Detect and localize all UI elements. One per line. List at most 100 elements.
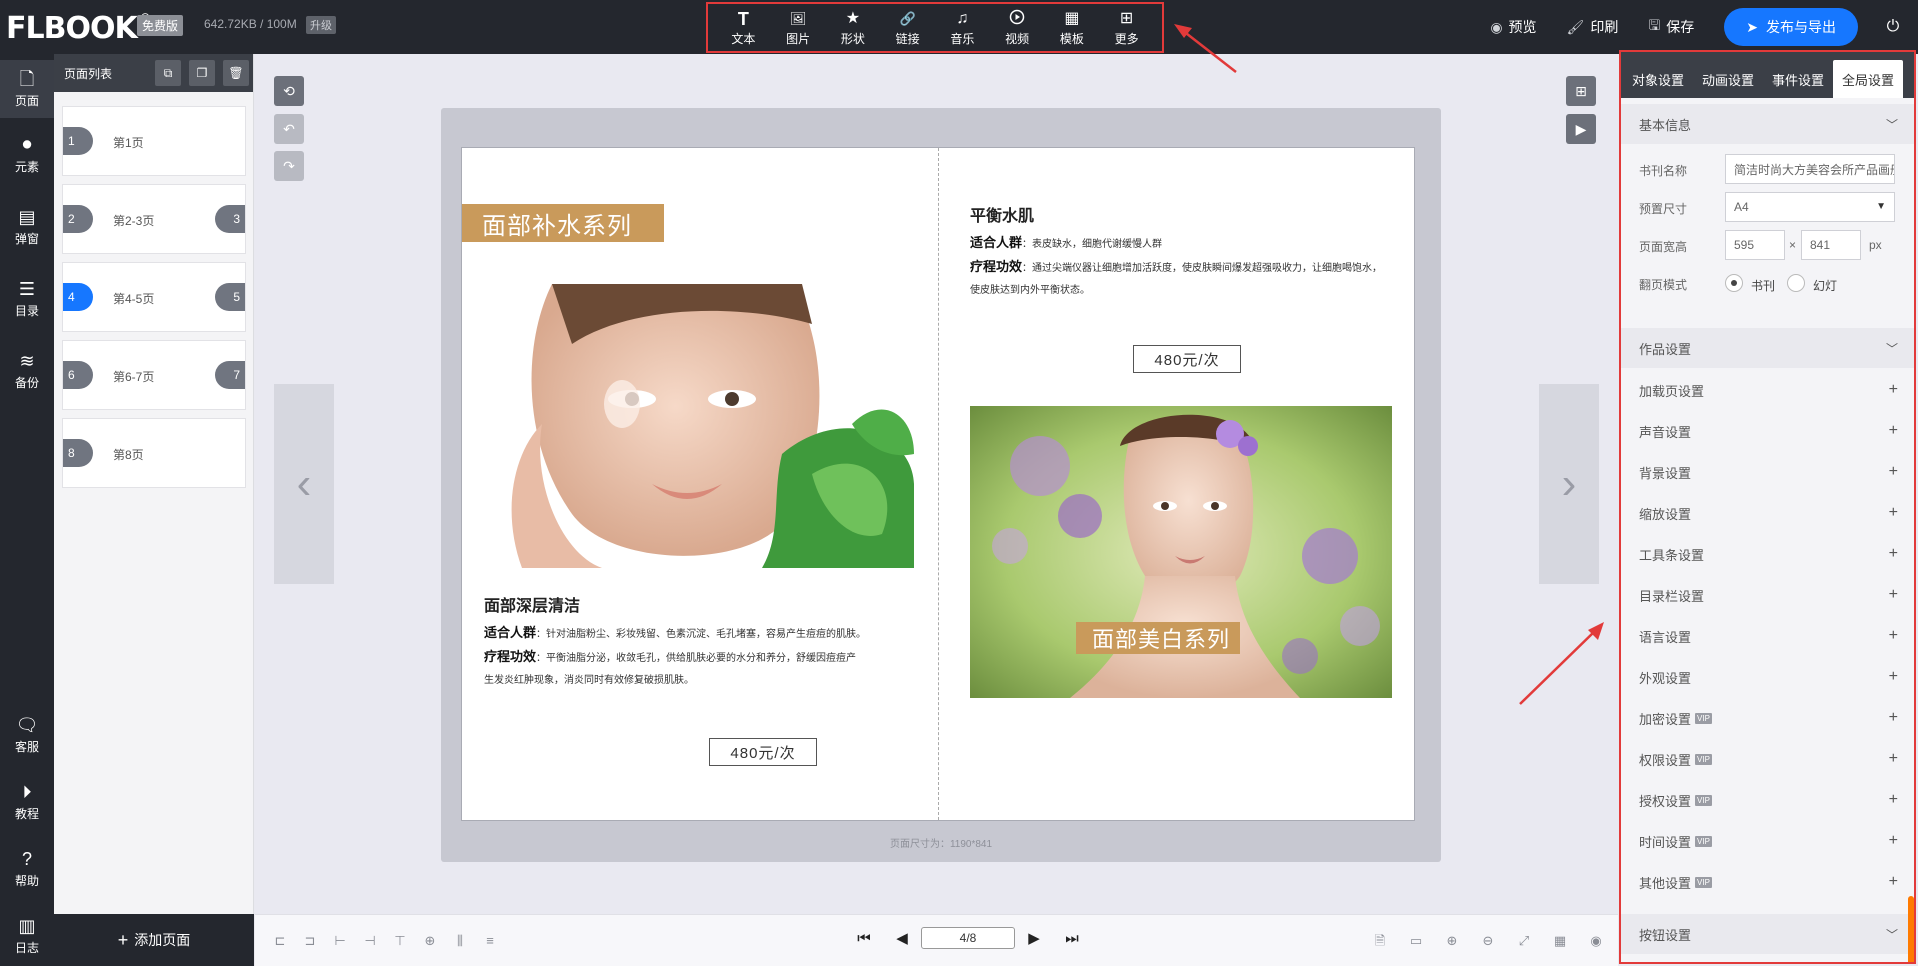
distribute-horizontal-icon[interactable]: ⫼	[451, 932, 469, 950]
nav-backup[interactable]: ≋ 备份	[0, 350, 54, 391]
page-width-input[interactable]: 595	[1725, 230, 1785, 260]
right-section-title[interactable]: 平衡水肌	[970, 202, 1034, 226]
redo-button[interactable]: ↷	[274, 151, 304, 181]
next-page-arrow[interactable]: ›	[1539, 384, 1599, 584]
settings-row-label: 工具条设置	[1639, 548, 1705, 563]
history-button[interactable]: ⟲	[274, 76, 304, 106]
zoom-out-icon[interactable]: ⊖	[1479, 932, 1497, 950]
upgrade-link[interactable]: 升级	[306, 16, 336, 34]
settings-row[interactable]: 加载页设置 +	[1621, 370, 1914, 411]
nav-help[interactable]: ? 帮助	[0, 848, 54, 889]
page-thumb-8[interactable]: 8 第8页	[62, 418, 246, 488]
flip-mode-book-radio[interactable]	[1725, 274, 1743, 292]
align-left-edge-icon[interactable]: ⊢	[331, 932, 349, 950]
settings-row[interactable]: 外观设置 +	[1621, 657, 1914, 698]
color-palette-icon[interactable]: ◉	[1587, 932, 1605, 950]
flip-mode-slide-radio[interactable]	[1787, 274, 1805, 292]
prev-page-icon[interactable]: ◀	[891, 929, 913, 947]
power-icon[interactable]: ⏻	[1878, 18, 1908, 36]
app-logo[interactable]: FLBOOK®	[6, 11, 151, 46]
page-thumb-1[interactable]: 1 第1页	[62, 106, 246, 176]
tool-music[interactable]: ♫ 音乐	[938, 9, 986, 47]
nav-log[interactable]: ▥ 日志	[0, 915, 54, 956]
nav-support[interactable]: 🗨 客服	[0, 714, 54, 755]
page-thumb-4-5[interactable]: 4 第4-5页 5	[62, 262, 246, 332]
tab-animation-settings[interactable]: 动画设置	[1693, 60, 1763, 98]
right-description[interactable]: 适合人群：表皮缺水，细胞代谢缓慢人群 疗程功效：通过尖端仪器让细胞增加活跃度，使…	[970, 232, 1410, 302]
right-price-tag[interactable]: 480元/次	[1133, 345, 1241, 373]
duplicate-page-button[interactable]: ⧉	[155, 60, 181, 86]
first-page-icon[interactable]: ⏮	[853, 930, 875, 947]
document-icon[interactable]: 🗎	[1371, 932, 1389, 950]
nav-popup[interactable]: ▤ 弹窗	[0, 206, 54, 247]
settings-row[interactable]: 加密设置 VIP +	[1621, 698, 1914, 739]
settings-row[interactable]: 权限设置 VIP +	[1621, 739, 1914, 780]
nav-tutorial[interactable]: ⏵ 教程	[0, 781, 54, 822]
ruler-icon[interactable]: ▭	[1407, 932, 1425, 950]
settings-row[interactable]: 语言设置 +	[1621, 616, 1914, 657]
page-thumb-2-3[interactable]: 2 第2-3页 3	[62, 184, 246, 254]
left-description[interactable]: 适合人群：针对油脂粉尘、彩妆残留、色素沉淀、毛孔堵塞，容易产生痘痘的肌肤。 疗程…	[484, 622, 924, 692]
align-right-icon[interactable]: ⊐	[301, 932, 319, 950]
nav-pages[interactable]: 🗋 页面	[0, 60, 54, 118]
tab-event-settings[interactable]: 事件设置	[1763, 60, 1833, 98]
align-left-icon[interactable]: ⊏	[271, 932, 289, 950]
play-preview-button[interactable]: ▶	[1566, 114, 1596, 144]
page-thumb-6-7[interactable]: 6 第6-7页 7	[62, 340, 246, 410]
settings-row[interactable]: 背景设置 +	[1621, 452, 1914, 493]
left-price-tag[interactable]: 480元/次	[709, 738, 817, 766]
book-name-input[interactable]: 简洁时尚大方美容会所产品画册	[1725, 154, 1895, 184]
tool-template[interactable]: ▦ 模板	[1048, 9, 1096, 47]
grid-icon[interactable]: ▦	[1551, 932, 1569, 950]
page-settings-button[interactable]: ⊞	[1566, 76, 1596, 106]
settings-row[interactable]: 授权设置 VIP +	[1621, 780, 1914, 821]
delete-page-button[interactable]: 🗑	[223, 60, 249, 86]
preview-button[interactable]: ◉ 预览	[1490, 17, 1536, 37]
page-height-input[interactable]: 841	[1801, 230, 1861, 260]
nav-elements[interactable]: ⚫ 元素	[0, 134, 54, 175]
align-right-edge-icon[interactable]: ⊣	[361, 932, 379, 950]
settings-row[interactable]: 其他设置 VIP +	[1621, 862, 1914, 903]
left-banner[interactable]: 面部补水系列	[462, 204, 664, 242]
nav-toc[interactable]: ☰ 目录	[0, 278, 54, 319]
tool-image[interactable]: 🖼 图片	[774, 9, 822, 47]
left-section-title[interactable]: 面部深层清洁	[484, 592, 580, 616]
align-top-icon[interactable]: ⊤	[391, 932, 409, 950]
settings-row[interactable]: 目录栏设置 +	[1621, 575, 1914, 616]
last-page-icon[interactable]: ⏭	[1061, 930, 1083, 947]
next-page-icon[interactable]: ▶	[1023, 929, 1045, 947]
settings-row[interactable]: 声音设置 +	[1621, 411, 1914, 452]
left-nav: 🗋 页面 ⚫ 元素 ▤ 弹窗 ☰ 目录 ≋ 备份 🗨 客服 ⏵ 教程 ? 帮助 ▥ 日志	[0, 54, 54, 966]
page-number-input[interactable]	[921, 927, 1015, 949]
publish-export-button[interactable]: ➤ 发布与导出	[1724, 8, 1858, 46]
left-portrait-photo[interactable]	[482, 284, 914, 568]
tab-object-settings[interactable]: 对象设置	[1623, 60, 1693, 98]
tab-global-settings[interactable]: 全局设置	[1833, 60, 1903, 98]
right-portrait-photo[interactable]	[970, 406, 1392, 698]
book-spread[interactable]: 面部补水系列 面部深层清洁 适合人群：针对油脂粉尘、彩妆残留、色素沉淀、毛孔堵塞…	[461, 147, 1415, 821]
copy-page-button[interactable]: ❐	[189, 60, 215, 86]
right-banner[interactable]: 面部美白系列	[1076, 622, 1240, 654]
tool-link[interactable]: 🔗 链接	[884, 9, 932, 47]
section-button-settings[interactable]: 按钮设置 ﹀	[1621, 914, 1914, 954]
undo-button[interactable]: ↶	[274, 114, 304, 144]
distribute-vertical-icon[interactable]: ≡	[481, 932, 499, 950]
fit-screen-icon[interactable]: ⤢	[1515, 932, 1533, 950]
tool-more[interactable]: ⊞ 更多	[1103, 9, 1151, 47]
tool-text[interactable]: T 文本	[719, 9, 767, 47]
save-button[interactable]: 🖫 保存	[1648, 15, 1694, 39]
panel-scrollbar[interactable]	[1908, 896, 1914, 962]
preset-size-select[interactable]: A4 ▼	[1725, 192, 1895, 222]
align-center-icon[interactable]: ⊕	[421, 932, 439, 950]
tool-video[interactable]: 视频	[993, 9, 1041, 47]
tool-shape[interactable]: ★ 形状	[829, 9, 877, 47]
section-basic-info[interactable]: 基本信息 ﹀	[1621, 104, 1914, 144]
add-page-button[interactable]: + 添加页面	[54, 914, 254, 966]
zoom-in-icon[interactable]: ⊕	[1443, 932, 1461, 950]
settings-row[interactable]: 时间设置 VIP +	[1621, 821, 1914, 862]
settings-row[interactable]: 工具条设置 +	[1621, 534, 1914, 575]
print-button[interactable]: 🖌 印刷	[1567, 17, 1619, 37]
prev-page-arrow[interactable]: ‹	[274, 384, 334, 584]
section-work-settings[interactable]: 作品设置 ﹀	[1621, 328, 1914, 368]
settings-row[interactable]: 缩放设置 +	[1621, 493, 1914, 534]
